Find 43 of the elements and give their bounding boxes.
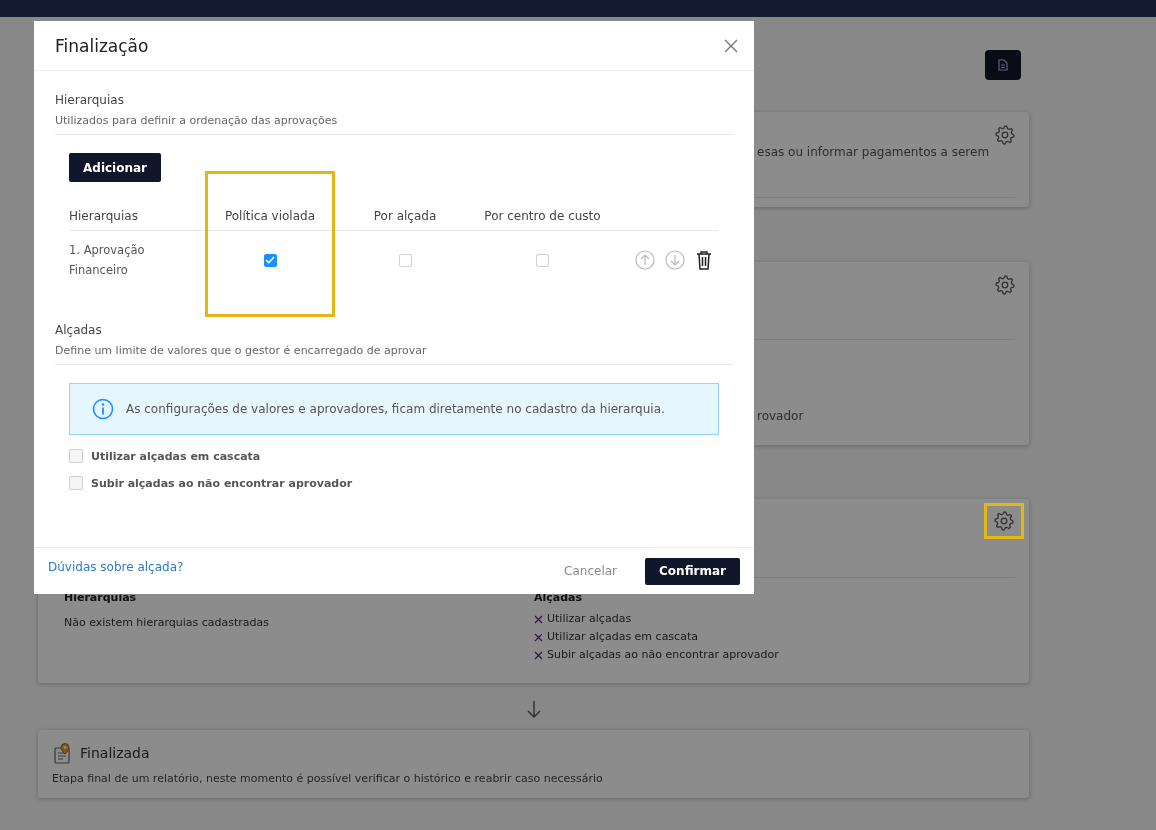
cancel-button[interactable]: Cancelar bbox=[558, 563, 624, 579]
stage-description: Etapa final de um relatório, neste momento é possível verificar o histórico e reabrir caso necessário bbox=[52, 772, 604, 785]
hierarchy-name: 1. Aprovação Financeiro bbox=[69, 242, 146, 279]
down-arrow-icon bbox=[526, 700, 541, 718]
info-icon bbox=[92, 398, 114, 420]
checkbox-label: Subir alçadas ao não encontrar aprovador bbox=[91, 476, 353, 490]
add-button[interactable]: Adicionar bbox=[69, 153, 162, 182]
trash-icon[interactable] bbox=[695, 250, 713, 270]
rule-label: Utilizar alçadas bbox=[547, 611, 632, 627]
checkbox[interactable] bbox=[263, 253, 277, 267]
column-header: Hierarquias bbox=[69, 202, 205, 231]
checkbox[interactable] bbox=[69, 449, 83, 463]
stage-description: esas ou informar pagamentos a serem bbox=[757, 145, 990, 159]
checkbox[interactable] bbox=[398, 253, 412, 267]
dialog-title: Finalização bbox=[55, 35, 149, 56]
column-header: Por alçada bbox=[335, 202, 475, 231]
checkbox[interactable] bbox=[536, 253, 549, 267]
section-title: Alçadas bbox=[55, 323, 103, 337]
column-header: Por centro de custo bbox=[475, 202, 610, 231]
section-subtitle: Utilizados para definir a ordenação das aprovações bbox=[55, 114, 733, 135]
rule-text: rovador bbox=[757, 409, 804, 423]
section-heading: Alçadas bbox=[534, 591, 584, 604]
info-text: As configurações de valores e aprovadores, ficam diretamente no cadastro da hierarquia. bbox=[126, 402, 665, 416]
section-title: Hierarquias bbox=[55, 93, 125, 107]
settings-icon[interactable] bbox=[995, 275, 1015, 295]
move-up-icon[interactable] bbox=[635, 250, 655, 270]
confirm-button[interactable]: Confirmar bbox=[645, 557, 740, 585]
section-heading: Hierarquias bbox=[64, 591, 138, 604]
column-header: Política violada bbox=[205, 202, 335, 231]
checkbox[interactable] bbox=[69, 476, 83, 490]
document-button[interactable] bbox=[985, 50, 1021, 80]
close-icon[interactable] bbox=[724, 38, 738, 53]
checkbox-label: Utilizar alçadas em cascata bbox=[91, 449, 261, 463]
section-subtitle: Define um limite de valores que o gestor é encarregado de aprovar bbox=[55, 344, 733, 365]
stage-title: Finalizada bbox=[80, 745, 150, 761]
rule-label: Subir alçadas ao não encontrar aprovador bbox=[547, 647, 779, 663]
rule-label: Utilizar alçadas em cascata bbox=[547, 629, 698, 645]
settings-icon[interactable] bbox=[994, 511, 1014, 531]
move-down-icon[interactable] bbox=[665, 250, 685, 270]
document-icon bbox=[998, 59, 1008, 71]
settings-icon[interactable] bbox=[995, 125, 1015, 145]
help-link[interactable]: Dúvidas sobre alçada? bbox=[48, 560, 184, 574]
empty-text: Não existem hierarquias cadastradas bbox=[64, 616, 269, 629]
